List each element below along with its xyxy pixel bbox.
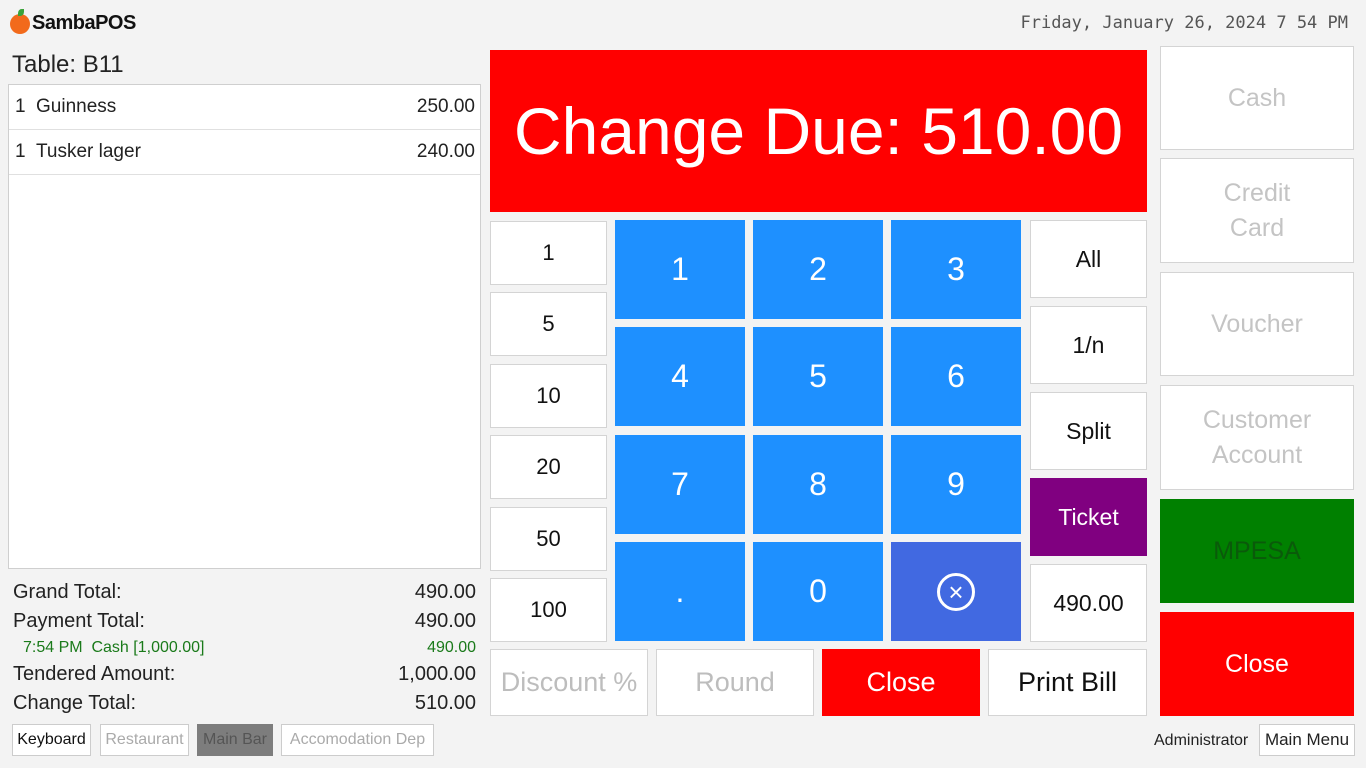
datetime: Friday, January 26, 2024 7 54 PM <box>1020 13 1348 33</box>
close-payment-button[interactable]: Close <box>1160 612 1354 716</box>
mpesa-payment-button[interactable]: MPESA <box>1160 499 1354 603</box>
keypad-8-button[interactable]: 8 <box>753 435 883 534</box>
customer-account-label-line2: Account <box>1211 440 1303 469</box>
cash-payment-button[interactable]: Cash <box>1160 46 1354 150</box>
keypad-4-button[interactable]: 4 <box>615 327 745 426</box>
tab-main-bar[interactable]: Main Bar <box>197 724 273 756</box>
quick-amount-button[interactable]: 1 <box>490 221 607 285</box>
item-qty: 1 <box>15 96 26 117</box>
payment-total-row: Payment Total: 490.00 <box>13 607 476 636</box>
ticket-totals: Grand Total: 490.00 Payment Total: 490.0… <box>13 578 476 718</box>
all-button[interactable]: All <box>1030 220 1147 298</box>
ticket-button[interactable]: Ticket <box>1030 478 1147 556</box>
keypad-6-button[interactable]: 6 <box>891 327 1021 426</box>
round-button[interactable]: Round <box>656 649 814 716</box>
tendered-label: Tendered Amount: <box>13 663 176 685</box>
current-user: Administrator <box>1154 732 1249 749</box>
item-qty: 1 <box>15 141 26 162</box>
keypad-decimal-button[interactable]: . <box>615 542 745 641</box>
item-price: 250.00 <box>416 96 475 117</box>
clear-circle-icon: × <box>937 572 975 611</box>
payment-line-amount: 490.00 <box>427 639 476 656</box>
tab-restaurant[interactable]: Restaurant <box>100 724 189 756</box>
close-button[interactable]: Close <box>822 649 980 716</box>
payment-total-label: Payment Total: <box>13 610 145 632</box>
credit-card-label-line1: Credit <box>1223 178 1291 207</box>
change-total-label: Change Total: <box>13 692 137 714</box>
change-due-banner: Change Due: 510.00 <box>490 50 1147 212</box>
payment-line-label: 7:54 PM Cash [1,000.00] <box>23 639 205 656</box>
keypad-1-button[interactable]: 1 <box>615 220 745 319</box>
tendered-row: Tendered Amount: 1,000.00 <box>13 660 476 689</box>
keypad-2-button[interactable]: 2 <box>753 220 883 319</box>
change-total-value: 510.00 <box>414 692 476 714</box>
discount-button[interactable]: Discount % <box>490 649 648 716</box>
keypad-5-button[interactable]: 5 <box>753 327 883 426</box>
split-button[interactable]: Split <box>1030 392 1147 470</box>
app-logo: SambaPOS <box>10 8 136 35</box>
item-price: 240.00 <box>416 141 475 162</box>
backspace-button[interactable]: × <box>891 542 1021 641</box>
payment-line-row: 7:54 PM Cash [1,000.00] 490.00 <box>13 636 476 660</box>
voucher-payment-button[interactable]: Voucher <box>1160 272 1354 376</box>
grand-total-row: Grand Total: 490.00 <box>13 578 476 607</box>
quick-amount-button[interactable]: 5 <box>490 292 607 356</box>
ticket-item-row[interactable]: 1 Tusker lager 240.00 <box>9 130 480 175</box>
keypad-9-button[interactable]: 9 <box>891 435 1021 534</box>
grand-total-value: 490.00 <box>414 581 476 603</box>
print-bill-button[interactable]: Print Bill <box>988 649 1147 716</box>
quick-amount-button[interactable]: 10 <box>490 364 607 428</box>
customer-account-payment-button[interactable]: Customer Account <box>1160 385 1354 490</box>
tab-keyboard[interactable]: Keyboard <box>12 724 91 756</box>
quick-amount-button[interactable]: 100 <box>490 578 607 642</box>
keypad-0-button[interactable]: 0 <box>753 542 883 641</box>
main-menu-button[interactable]: Main Menu <box>1259 724 1355 756</box>
samba-logo-icon <box>10 8 30 34</box>
amount-button[interactable]: 490.00 <box>1030 564 1147 642</box>
quick-amount-button[interactable]: 20 <box>490 435 607 499</box>
payment-total-value: 490.00 <box>414 610 476 632</box>
logo-text: SambaPOS <box>32 12 136 34</box>
grand-total-label: Grand Total: <box>13 581 122 603</box>
keypad-7-button[interactable]: 7 <box>615 435 745 534</box>
keypad-3-button[interactable]: 3 <box>891 220 1021 319</box>
tendered-value: 1,000.00 <box>398 663 476 685</box>
quick-amount-button[interactable]: 50 <box>490 507 607 571</box>
credit-card-payment-button[interactable]: Credit Card <box>1160 158 1354 263</box>
customer-account-label-line1: Customer <box>1202 405 1312 434</box>
item-name: Tusker lager <box>36 141 141 162</box>
item-name: Guinness <box>36 96 117 117</box>
table-title: Table: B11 <box>12 51 124 78</box>
tab-accomodation-dep[interactable]: Accomodation Dep <box>281 724 434 756</box>
change-total-row: Change Total: 510.00 <box>13 689 476 718</box>
credit-card-label-line2: Card <box>1229 213 1285 242</box>
ticket-items-list: 1 Guinness 250.00 1 Tusker lager 240.00 <box>8 84 481 569</box>
one-n-button[interactable]: 1/n <box>1030 306 1147 384</box>
ticket-item-row[interactable]: 1 Guinness 250.00 <box>9 85 480 130</box>
